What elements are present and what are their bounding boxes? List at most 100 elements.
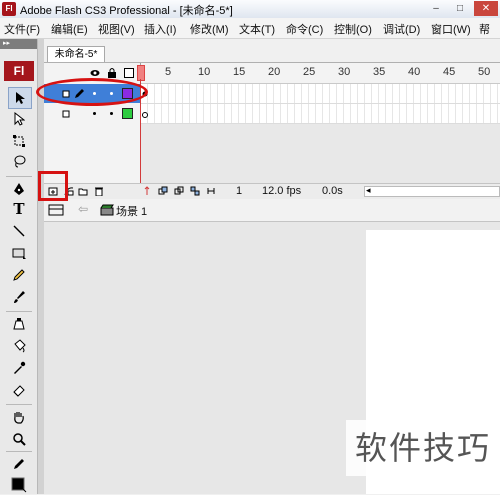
line-icon <box>13 225 25 237</box>
text-tool[interactable]: T <box>8 199 30 219</box>
layer-icon <box>62 110 70 118</box>
app-icon: Fl <box>2 2 16 16</box>
scroll-left-icon[interactable]: ◂ <box>366 185 371 196</box>
timeline-status-bar: 1 12.0 fps 0.0s ◂ <box>44 183 500 200</box>
timeline-toggle-icon[interactable] <box>48 203 64 217</box>
current-frame: 1 <box>236 185 243 197</box>
menu-edit[interactable]: 编辑(E) <box>51 21 88 37</box>
selection-tool[interactable] <box>8 87 32 109</box>
pen-icon <box>14 183 24 195</box>
eraser-tool[interactable] <box>8 380 30 400</box>
free-transform-tool[interactable] <box>8 131 30 151</box>
stroke-pencil-icon <box>14 459 24 469</box>
fill-swatch-icon <box>11 477 27 493</box>
ruler-number: 45 <box>443 66 456 78</box>
tools-divider <box>6 176 32 177</box>
frame-rate: 12.0 fps <box>262 185 302 197</box>
layer-row[interactable] <box>44 104 140 123</box>
brush-tool[interactable] <box>8 287 30 307</box>
flash-logo: Fl <box>4 61 34 81</box>
edit-bar: ⇦ 场景 1 <box>44 199 500 222</box>
lasso-icon <box>14 155 26 168</box>
menu-bar: 文件(F) 编辑(E) 视图(V) 插入(I) 修改(M) 文本(T) 命令(C… <box>0 18 500 39</box>
eyedropper-tool[interactable] <box>8 358 30 378</box>
insert-folder-icon[interactable] <box>78 186 88 196</box>
pencil-tool[interactable] <box>8 265 30 285</box>
hand-icon <box>14 412 24 424</box>
subselection-tool[interactable] <box>8 109 30 129</box>
menu-window[interactable]: 窗口(W) <box>431 21 471 37</box>
hand-tool[interactable] <box>8 407 30 427</box>
paint-bucket-icon <box>14 339 26 353</box>
document-tab[interactable]: 未命名-5* <box>47 46 105 63</box>
ink-bottle-icon <box>13 318 25 330</box>
scene-name[interactable]: 场景 1 <box>116 203 147 219</box>
fill-color-control[interactable] <box>8 475 30 495</box>
menu-insert[interactable]: 插入(I) <box>144 21 176 37</box>
ruler-number: 30 <box>338 66 351 78</box>
frame-ruler[interactable]: 5 10 15 20 25 30 35 40 45 50 <box>141 63 500 84</box>
menu-debug[interactable]: 调试(D) <box>383 21 420 37</box>
highlight-box-annotation <box>38 171 68 201</box>
menu-help[interactable]: 帮 <box>479 21 490 37</box>
outline-toggle-icon[interactable] <box>124 68 134 78</box>
line-tool[interactable] <box>8 221 30 241</box>
frame-grid[interactable] <box>141 84 500 124</box>
ruler-number: 15 <box>233 66 246 78</box>
maximize-button[interactable]: □ <box>448 1 472 16</box>
zoom-tool[interactable] <box>8 429 30 449</box>
ruler-number: 35 <box>373 66 386 78</box>
menu-modify[interactable]: 修改(M) <box>190 21 229 37</box>
horizontal-scrollbar[interactable]: ◂ <box>364 185 500 197</box>
visibility-dot[interactable] <box>93 112 96 115</box>
onion-skin-icon[interactable] <box>158 186 168 196</box>
ruler-number: 40 <box>408 66 421 78</box>
window-title: Adobe Flash CS3 Professional - [未命名-5*] <box>20 5 233 17</box>
ruler-number: 10 <box>198 66 211 78</box>
minimize-button[interactable]: – <box>424 1 448 16</box>
ruler-number: 25 <box>303 66 316 78</box>
paint-bucket-tool[interactable] <box>8 336 30 356</box>
frame-row[interactable] <box>141 104 500 124</box>
ruler-number: 5 <box>165 66 172 78</box>
menu-text[interactable]: 文本(T) <box>239 21 275 37</box>
playhead-handle[interactable] <box>137 65 145 81</box>
scene-clapper-icon <box>100 204 114 216</box>
magnifier-icon <box>13 433 26 446</box>
stroke-color-control[interactable] <box>8 454 30 474</box>
ink-bottle-tool[interactable] <box>8 314 30 334</box>
pen-tool[interactable] <box>8 179 30 199</box>
menu-commands[interactable]: 命令(C) <box>286 21 323 37</box>
edit-multiple-frames-icon[interactable] <box>190 186 200 196</box>
brush-icon <box>14 291 25 303</box>
watermark: 软件技巧 <box>346 420 500 476</box>
tools-divider <box>6 311 32 312</box>
show-hide-eye-icon[interactable] <box>90 68 100 78</box>
ruler-number: 50 <box>478 66 491 78</box>
tools-divider <box>6 404 32 405</box>
modify-onion-markers-icon[interactable] <box>206 186 216 196</box>
menu-view[interactable]: 视图(V) <box>98 21 135 37</box>
transform-icon <box>13 135 25 147</box>
tools-panel: ▸▸ Fl T <box>0 39 38 494</box>
arrow-icon <box>16 92 25 104</box>
rectangle-icon <box>12 248 26 259</box>
elapsed-time: 0.0s <box>322 185 343 197</box>
close-button[interactable]: ✕ <box>474 1 498 16</box>
outline-color-swatch[interactable] <box>122 108 133 119</box>
ruler-number: 20 <box>268 66 281 78</box>
delete-layer-icon[interactable] <box>94 186 104 196</box>
back-arrow-icon[interactable]: ⇦ <box>78 202 88 216</box>
menu-file[interactable]: 文件(F) <box>4 21 40 37</box>
onion-skin-outlines-icon[interactable] <box>174 186 184 196</box>
rectangle-tool[interactable] <box>8 243 30 263</box>
lock-icon[interactable] <box>107 67 117 78</box>
tools-panel-grip[interactable]: ▸▸ <box>0 39 37 49</box>
highlight-ellipse-annotation <box>36 78 148 106</box>
center-frame-icon[interactable] <box>142 186 152 196</box>
lock-dot[interactable] <box>110 112 113 115</box>
lasso-tool[interactable] <box>8 151 30 171</box>
frame-row[interactable] <box>141 84 500 104</box>
menu-control[interactable]: 控制(O) <box>334 21 372 37</box>
tools-divider <box>6 451 32 452</box>
